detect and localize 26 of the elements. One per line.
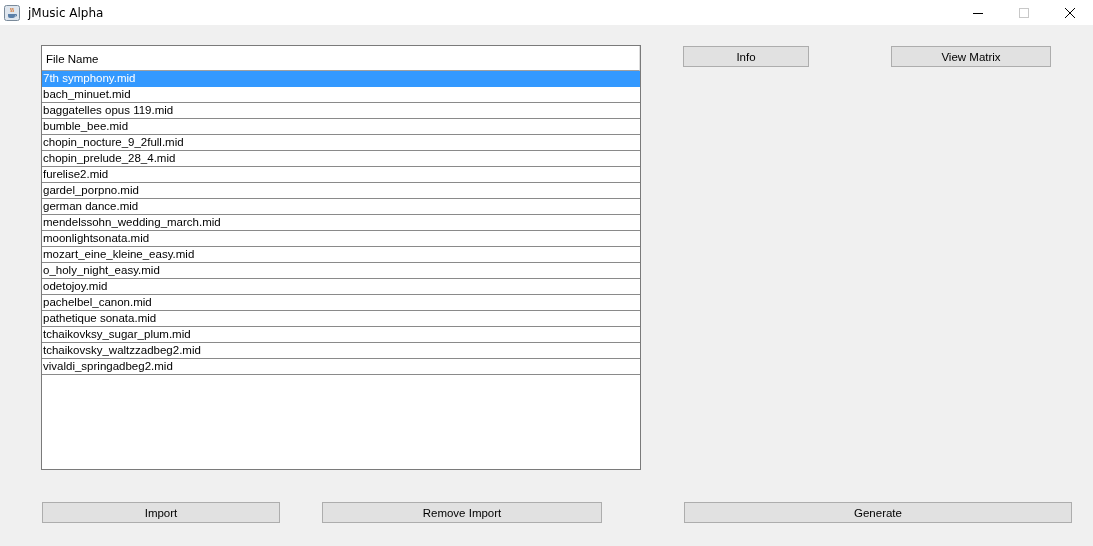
window-title: jMusic Alpha [28,5,104,20]
file-row[interactable]: gardel_porpno.mid [42,183,640,199]
file-row[interactable]: tchaikovksy_sugar_plum.mid [42,327,640,343]
file-row[interactable]: tchaikovsky_waltzzadbeg2.mid [42,343,640,359]
remove-import-button[interactable]: Remove Import [322,502,602,523]
info-button[interactable]: Info [683,46,809,67]
file-row[interactable]: odetojoy.mid [42,279,640,295]
file-row[interactable]: pachelbel_canon.mid [42,295,640,311]
file-row[interactable]: baggatelles opus 119.mid [42,103,640,119]
file-row[interactable]: furelise2.mid [42,167,640,183]
file-row[interactable]: pathetique sonata.mid [42,311,640,327]
close-icon[interactable] [1064,6,1076,19]
file-row[interactable]: german dance.mid [42,199,640,215]
generate-button[interactable]: Generate [684,502,1072,523]
file-row[interactable]: mendelssohn_wedding_march.mid [42,215,640,231]
file-row[interactable]: chopin_prelude_28_4.mid [42,151,640,167]
file-row[interactable]: moonlightsonata.mid [42,231,640,247]
import-button[interactable]: Import [42,502,280,523]
file-row[interactable]: bach_minuet.mid [42,87,640,103]
file-row[interactable]: bumble_bee.mid [42,119,640,135]
file-row[interactable]: o_holy_night_easy.mid [42,263,640,279]
coffee-cup-icon [4,4,20,21]
file-row[interactable]: vivaldi_springadbeg2.mid [42,359,640,375]
view-matrix-button[interactable]: View Matrix [891,46,1051,67]
file-row[interactable]: chopin_nocture_9_2full.mid [42,135,640,151]
file-row[interactable]: mozart_eine_kleine_easy.mid [42,247,640,263]
